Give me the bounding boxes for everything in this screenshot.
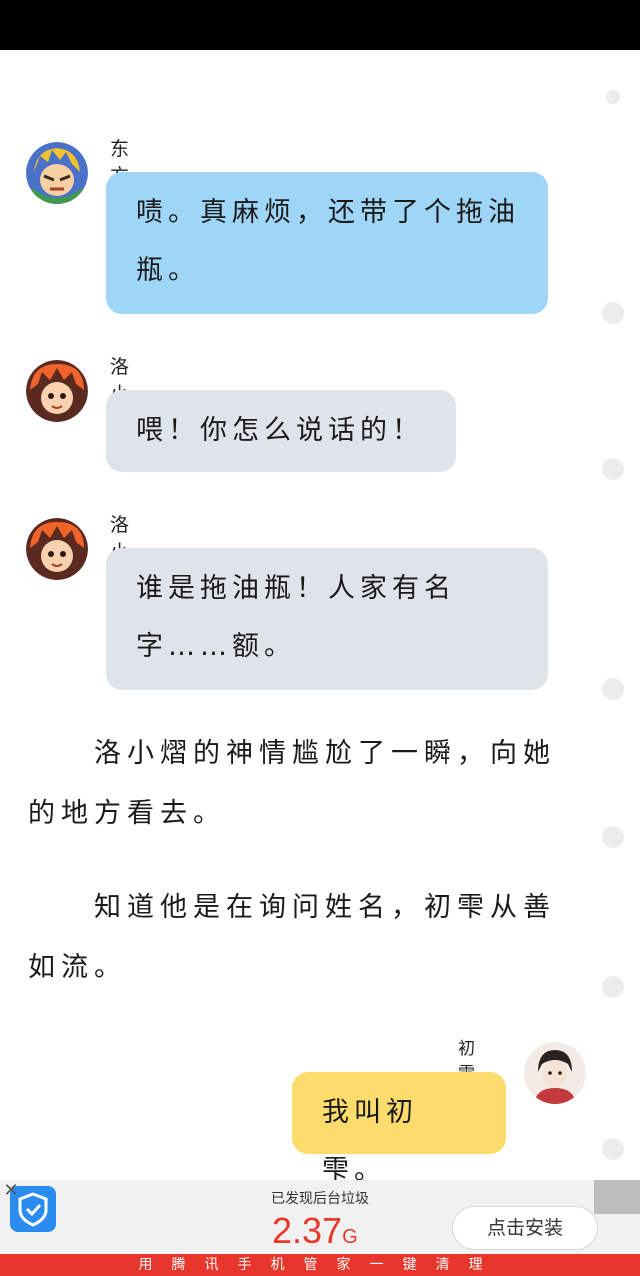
scroll-dot (602, 458, 624, 480)
message-bubble[interactable]: 啧。真麻烦，还带了个拖油瓶。 (106, 172, 548, 314)
message-bubble[interactable]: 喂！你怎么说话的！ (106, 390, 456, 472)
avatar[interactable] (26, 142, 88, 204)
scroll-dot (602, 976, 624, 998)
avatar[interactable] (26, 360, 88, 422)
size-unit: G (342, 1226, 358, 1248)
narration-paragraph: 知道他是在询问姓名，初雫从善如流。 (28, 892, 556, 983)
ad-title: 已发现后台垃圾 (271, 1191, 369, 1207)
scroll-dot (602, 1138, 624, 1160)
ad-cta-strip[interactable]: 用腾讯手机管家一键清理 (0, 1254, 640, 1276)
status-bar (0, 0, 640, 50)
scroll-dot (602, 826, 624, 848)
scroll-dot (602, 678, 624, 700)
avatar[interactable] (524, 1042, 586, 1104)
message-bubble[interactable]: 我叫初雫。 (292, 1072, 506, 1186)
ad-size-value: 2.37G (272, 1210, 358, 1252)
scroll-indicator (602, 50, 626, 1180)
scroll-dot (602, 302, 624, 324)
install-button[interactable]: 点击安装 (452, 1206, 598, 1250)
message-bubble[interactable]: 谁是拖油瓶！人家有名字……额。 (106, 548, 548, 690)
avatar[interactable] (26, 518, 88, 580)
scroll-dot (606, 90, 620, 104)
ad-banner[interactable]: ✕ 已发现后台垃圾 2.37G 点击安装 用腾讯手机管家一键清理 (0, 1180, 640, 1276)
narration-paragraph: 洛小熠的神情尴尬了一瞬，向她的地方看去。 (28, 738, 556, 829)
size-number: 2.37 (272, 1210, 343, 1251)
ad-corner (594, 1180, 640, 1214)
